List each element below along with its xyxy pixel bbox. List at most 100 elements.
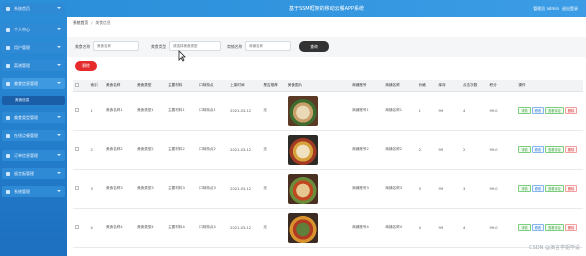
row-select-cell (73, 130, 89, 170)
menu-icon (6, 6, 10, 11)
delete-button[interactable]: 删除 (75, 61, 97, 71)
food-image (287, 212, 318, 243)
chevron-down-icon (57, 190, 61, 192)
row-checkbox[interactable] (75, 108, 79, 112)
cell-clicks: 4 (460, 91, 488, 131)
breadcrumb-separator: / (91, 20, 93, 25)
food-name-input[interactable] (93, 41, 139, 51)
cell-points: 99.0 (487, 208, 517, 248)
edit-button[interactable]: 修改 (531, 224, 545, 231)
view-comments-button[interactable]: 查看评论 (545, 224, 564, 231)
shop-name-input[interactable] (245, 41, 291, 51)
cell-image (285, 208, 351, 248)
row-checkbox[interactable] (75, 225, 79, 229)
row-delete-button[interactable]: 删除 (564, 107, 578, 114)
cell-stock: 99 (436, 208, 461, 248)
sidebar-item-label: 美食信息管理 (14, 80, 38, 86)
cell-account: 商铺账号3 (350, 169, 384, 209)
logout-link[interactable]: 退出登录 (562, 6, 578, 12)
select-all-checkbox[interactable] (75, 82, 79, 87)
food-type-select[interactable] (169, 41, 221, 51)
sidebar-item[interactable]: 在线点餐管理 (2, 130, 65, 141)
sidebar-item[interactable]: 个人中心 (2, 24, 65, 35)
cell-date: 2021-03-12 (228, 130, 262, 170)
sidebar-item[interactable]: 美食信息管理 (2, 78, 65, 89)
row-delete-button[interactable]: 删除 (564, 185, 578, 192)
sidebar-item[interactable]: 菜谱管理 (2, 60, 65, 71)
cell-material: 主要材料2 (166, 130, 198, 170)
menu-icon (6, 115, 10, 120)
cell-flavor: 口味特点4 (197, 208, 229, 248)
cell-name: 美食名称1 (104, 91, 136, 131)
sidebar-item[interactable]: 系统首页 (2, 3, 65, 14)
food-table: 索引 美食名称 美食类型 主要材料 口味特点 上架时间 是否推荐 美食图片 商铺账号 商铺名称 价格… (73, 80, 583, 248)
cell-stock: 99 (436, 91, 461, 131)
sidebar-item[interactable]: 用户管理 (2, 42, 65, 53)
cell-shop: 商铺名称1 (383, 91, 417, 131)
cell-index: 2 (88, 130, 105, 170)
cell-flavor: 口味特点2 (197, 130, 229, 170)
breadcrumb-home[interactable]: 系统首页 (73, 20, 88, 26)
chevron-down-icon (57, 82, 61, 84)
sidebar-item[interactable]: 美食类型管理 (2, 112, 65, 123)
select-all-header (73, 80, 89, 92)
food-image (287, 134, 318, 165)
menu-icon (6, 153, 10, 158)
sidebar-item-label: 留言板管理 (14, 170, 34, 176)
sidebar-item[interactable]: 系统管理 (2, 186, 65, 197)
cell-recommend: 无 (261, 208, 286, 248)
row-select-cell (73, 91, 89, 131)
menu-icon (6, 81, 10, 86)
row-delete-button[interactable]: 删除 (564, 146, 578, 153)
cell-image (285, 91, 351, 131)
menu-icon (6, 133, 10, 138)
cell-material: 主要材料1 (166, 91, 198, 131)
table-row: 3 美食名称3 美食类型3 主要材料3 口味特点3 2021-03-12 无商铺账号3 商铺名… (73, 169, 583, 209)
edit-button[interactable]: 修改 (531, 146, 545, 153)
column-header: 美食图片 (285, 80, 351, 92)
detail-button[interactable]: 详情 (518, 146, 531, 153)
table-row: 2 美食名称2 美食类型2 主要材料2 口味特点2 2021-03-12 无商铺账号2 商铺名… (73, 130, 583, 170)
cell-price: 2 (416, 130, 437, 170)
cell-index: 1 (88, 91, 105, 131)
cell-points: 99.0 (487, 91, 517, 131)
detail-button[interactable]: 详情 (518, 224, 531, 231)
row-select-cell (73, 208, 89, 248)
table-header-row: 索引 美食名称 美食类型 主要材料 口味特点 上架时间 是否推荐 美食图片 商铺账号 商铺名称 价格… (73, 80, 583, 92)
sidebar-item[interactable]: 留言板管理 (2, 168, 65, 179)
sidebar-item-label: 美食类型管理 (14, 114, 38, 120)
view-comments-button[interactable]: 查看评论 (545, 185, 564, 192)
column-header: 索引 (88, 80, 105, 92)
cell-price: 4 (416, 208, 437, 248)
sidebar-subitem-food-info[interactable]: 美食信息 (2, 96, 65, 105)
detail-button[interactable]: 详情 (518, 185, 531, 192)
search-button[interactable]: 查询 (299, 41, 329, 52)
menu-icon (6, 63, 10, 68)
column-header: 库存 (436, 80, 461, 92)
chevron-down-icon (57, 7, 61, 9)
row-checkbox[interactable] (75, 147, 79, 151)
cell-account: 商铺账号2 (350, 130, 384, 170)
cell-stock: 99 (436, 169, 461, 209)
row-delete-button[interactable]: 删除 (564, 224, 578, 231)
column-header: 美食名称 (104, 80, 136, 92)
cell-type: 美食类型3 (135, 169, 167, 209)
menu-icon (6, 189, 10, 194)
sidebar-item[interactable]: 订单信息管理 (2, 150, 65, 161)
column-header: 价格 (416, 80, 437, 92)
cell-flavor: 口味特点3 (197, 169, 229, 209)
view-comments-button[interactable]: 查看评论 (545, 107, 564, 114)
user-label: 管理员 admin (533, 6, 559, 11)
cell-stock: 99 (436, 130, 461, 170)
edit-button[interactable]: 修改 (531, 185, 545, 192)
cell-clicks: 2 (460, 130, 488, 170)
view-comments-button[interactable]: 查看评论 (545, 146, 564, 153)
menu-icon (6, 171, 10, 176)
edit-button[interactable]: 修改 (531, 107, 545, 114)
cell-price: 3 (416, 169, 437, 209)
cell-index: 3 (88, 169, 105, 209)
row-checkbox[interactable] (75, 186, 79, 190)
sidebar-item-label: 用户管理 (14, 44, 30, 50)
cell-image (285, 169, 351, 209)
detail-button[interactable]: 详情 (518, 107, 531, 114)
